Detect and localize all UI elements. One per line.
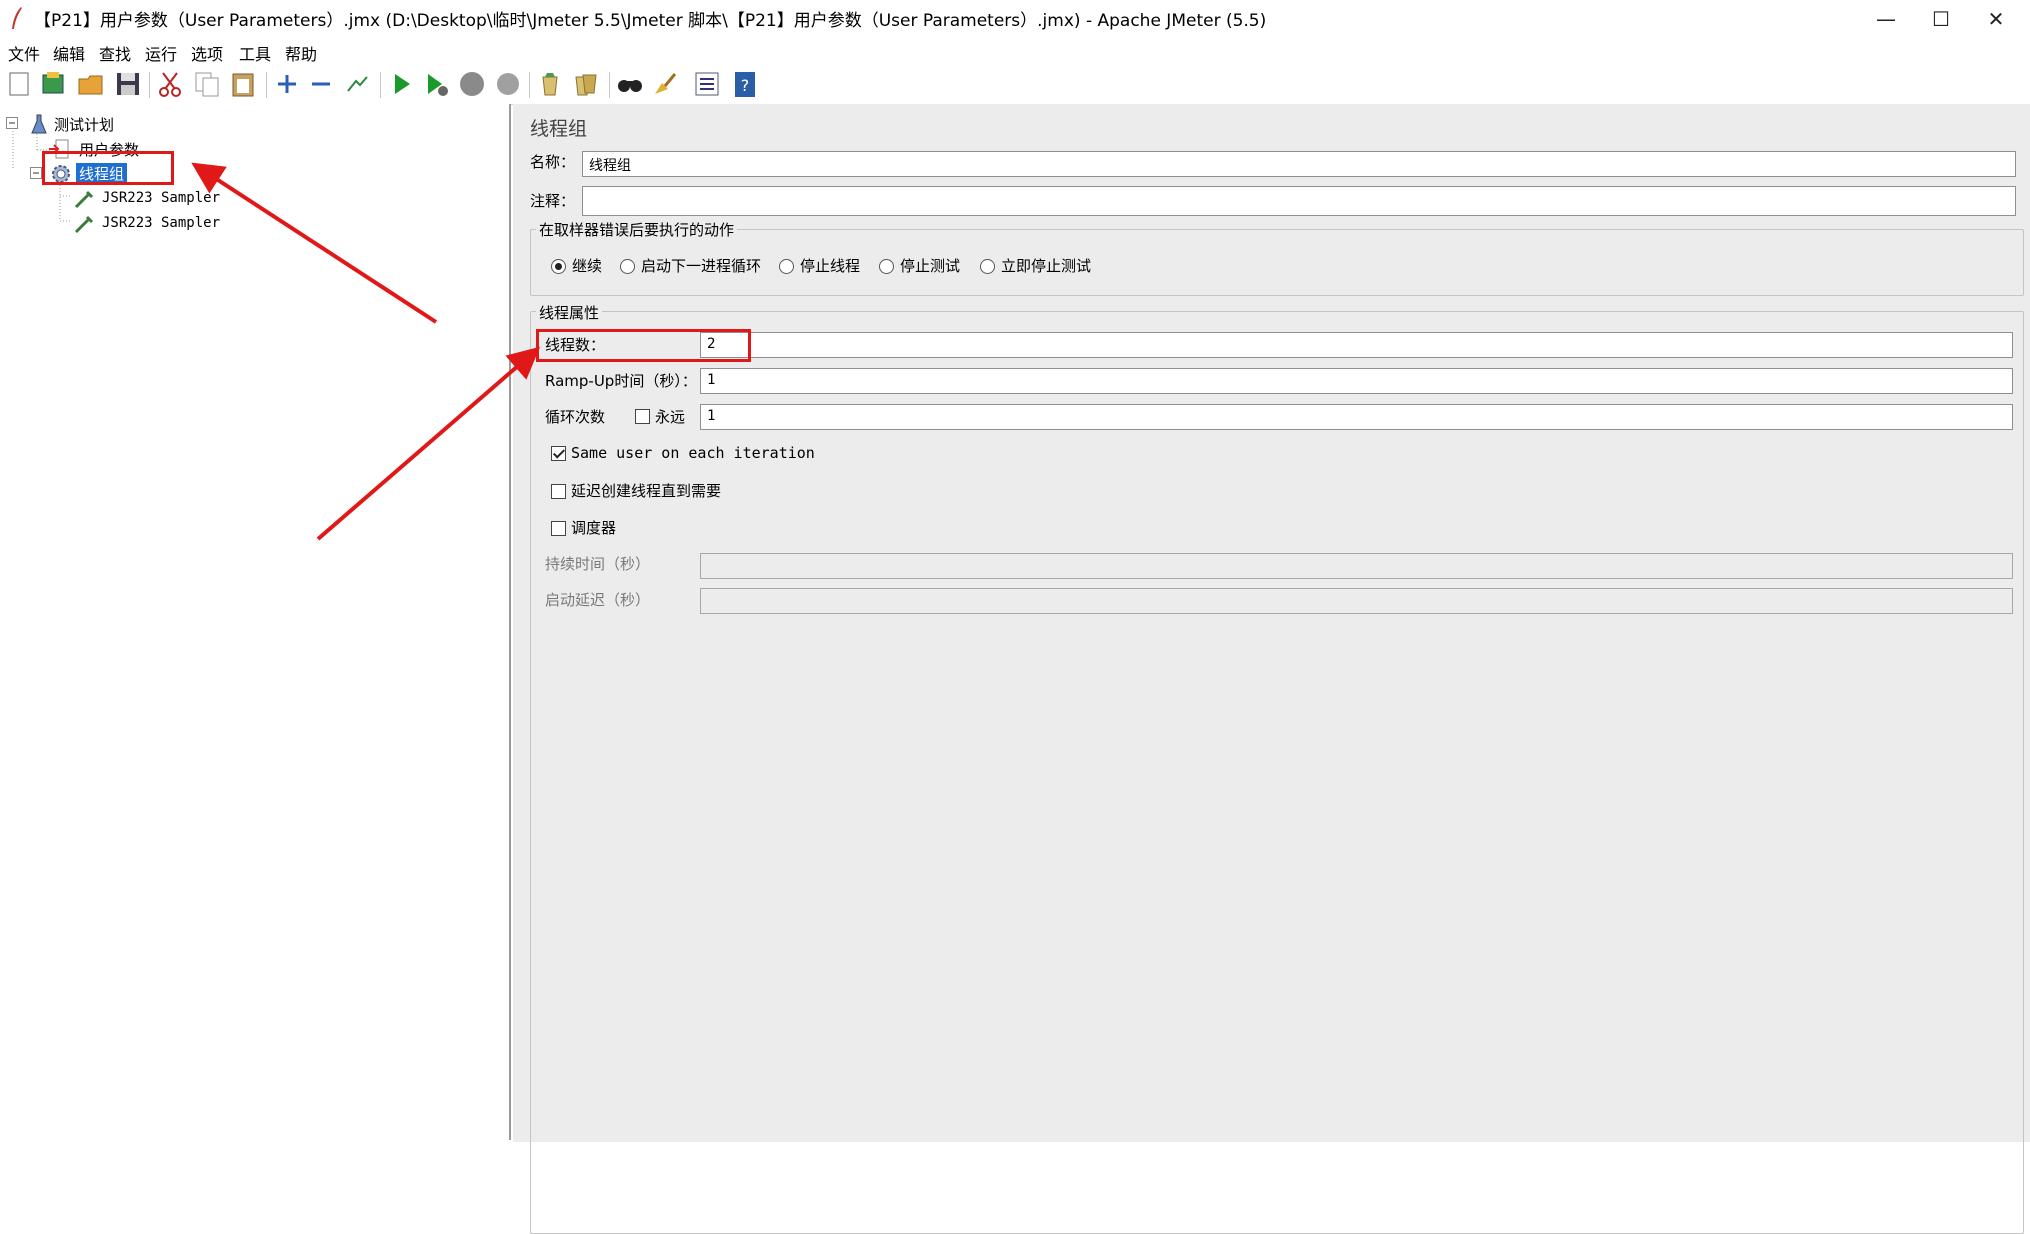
radio-continue[interactable] xyxy=(551,259,566,274)
tree-label-test-plan: 测试计划 xyxy=(54,116,115,134)
menu-file[interactable]: 文件 xyxy=(8,41,40,65)
startup-delay-input xyxy=(700,588,2013,614)
window-title: 【P21】用户参数（User Parameters）.jmx (D:\Deskt… xyxy=(34,11,1267,31)
menu-run[interactable]: 运行 xyxy=(145,41,177,65)
copy-icon[interactable] xyxy=(192,69,222,99)
menu-help[interactable]: 帮助 xyxy=(285,41,317,65)
name-label: 名称： xyxy=(530,153,576,171)
tree-item-sampler-2[interactable]: JSR223 Sampler xyxy=(4,212,304,236)
radio-start-next-loop-label: 启动下一进程循环 xyxy=(641,257,762,275)
stop-icon[interactable] xyxy=(457,69,487,99)
radio-start-next-loop[interactable] xyxy=(620,259,635,274)
templates-icon[interactable] xyxy=(38,69,68,99)
radio-stop-thread[interactable] xyxy=(779,259,794,274)
save-icon[interactable] xyxy=(113,69,143,99)
jmeter-feather-icon xyxy=(12,7,22,29)
thread-group-panel: 线程组 名称： 线程组 注释： 在取样器错误后要执行的动作 继续 启动下一进程循… xyxy=(513,104,2030,1234)
radio-stop-thread-label: 停止线程 xyxy=(800,257,861,275)
test-plan-tree: 测试计划 用户参数 线程组 JSR223 Sampler JSR223 Samp… xyxy=(0,104,511,1140)
annotation-box-thread-group xyxy=(42,151,174,185)
loop-count-input[interactable]: 1 xyxy=(700,404,2013,430)
test-plan-icon xyxy=(31,114,47,134)
menu-search[interactable]: 查找 xyxy=(99,41,131,65)
collapse-icon[interactable] xyxy=(306,69,336,99)
clear-all-icon[interactable] xyxy=(571,69,601,99)
menu-edit[interactable]: 编辑 xyxy=(53,41,85,65)
tree-label-sampler-1: JSR223 Sampler xyxy=(102,190,221,206)
paste-icon[interactable] xyxy=(228,69,258,99)
scheduler-label: 调度器 xyxy=(571,519,617,537)
forever-label: 永远 xyxy=(655,408,686,426)
collapse-toggle-icon[interactable] xyxy=(6,117,19,130)
svg-text:?: ? xyxy=(741,76,750,95)
pipette-icon xyxy=(74,215,94,234)
radio-stop-test[interactable] xyxy=(879,259,894,274)
comment-label: 注释： xyxy=(530,192,576,210)
rampup-label: Ramp-Up时间（秒）： xyxy=(545,372,697,390)
radio-continue-label: 继续 xyxy=(572,257,603,275)
close-button[interactable]: ✕ xyxy=(1966,2,2026,36)
delay-thread-creation-checkbox[interactable] xyxy=(551,484,566,499)
help-icon[interactable]: ? xyxy=(730,69,760,99)
tree-label-sampler-2: JSR223 Sampler xyxy=(102,215,221,231)
radio-stop-test-now[interactable] xyxy=(980,259,995,274)
startup-delay-label: 启动延迟（秒） xyxy=(545,591,651,609)
delay-thread-creation-label: 延迟创建线程直到需要 xyxy=(571,482,722,500)
expand-icon[interactable] xyxy=(272,69,302,99)
forever-checkbox[interactable] xyxy=(635,409,650,424)
same-user-label: Same user on each iteration xyxy=(571,444,815,462)
tree-item-test-plan[interactable]: 测试计划 xyxy=(4,112,304,136)
cut-icon[interactable] xyxy=(155,69,185,99)
rampup-input[interactable]: 1 xyxy=(700,368,2013,394)
new-icon[interactable] xyxy=(4,69,34,99)
annotation-box-thread-count xyxy=(536,329,751,362)
menu-tools[interactable]: 工具 xyxy=(239,41,271,65)
tree-item-sampler-1[interactable]: JSR223 Sampler xyxy=(4,187,304,211)
minimize-button[interactable]: — xyxy=(1856,2,1916,36)
thread-properties-title: 线程属性 xyxy=(536,302,603,323)
clear-icon[interactable] xyxy=(535,69,565,99)
reset-search-icon[interactable] xyxy=(650,69,680,99)
threads-input[interactable]: 2 xyxy=(700,332,2013,358)
page-title: 线程组 xyxy=(530,118,588,140)
start-no-pause-icon[interactable] xyxy=(421,69,451,99)
toggle-icon[interactable] xyxy=(342,69,372,99)
start-icon[interactable] xyxy=(386,69,416,99)
comment-input[interactable] xyxy=(582,186,2016,216)
duration-label: 持续时间（秒） xyxy=(545,555,651,573)
search-icon[interactable] xyxy=(615,69,645,99)
radio-stop-test-now-label: 立即停止测试 xyxy=(1001,257,1092,275)
duration-input xyxy=(700,553,2013,579)
open-icon[interactable] xyxy=(76,69,106,99)
toolbar: ? xyxy=(0,64,2030,105)
function-helper-icon[interactable] xyxy=(692,69,722,99)
loop-count-label: 循环次数 xyxy=(545,408,606,426)
pipette-icon xyxy=(74,190,94,209)
name-input[interactable]: 线程组 xyxy=(582,151,2016,177)
radio-stop-test-label: 停止测试 xyxy=(900,257,961,275)
scheduler-checkbox[interactable] xyxy=(551,521,566,536)
shutdown-icon[interactable] xyxy=(493,69,523,99)
same-user-checkbox[interactable] xyxy=(551,446,566,461)
maximize-button[interactable]: ☐ xyxy=(1911,2,1971,36)
menu-bar: 文件 编辑 查找 运行 选项 工具 帮助 xyxy=(0,38,2030,64)
title-bar: 【P21】用户参数（User Parameters）.jmx (D:\Deskt… xyxy=(0,0,2030,38)
menu-options[interactable]: 选项 xyxy=(191,41,223,65)
error-action-title: 在取样器错误后要执行的动作 xyxy=(536,219,738,240)
